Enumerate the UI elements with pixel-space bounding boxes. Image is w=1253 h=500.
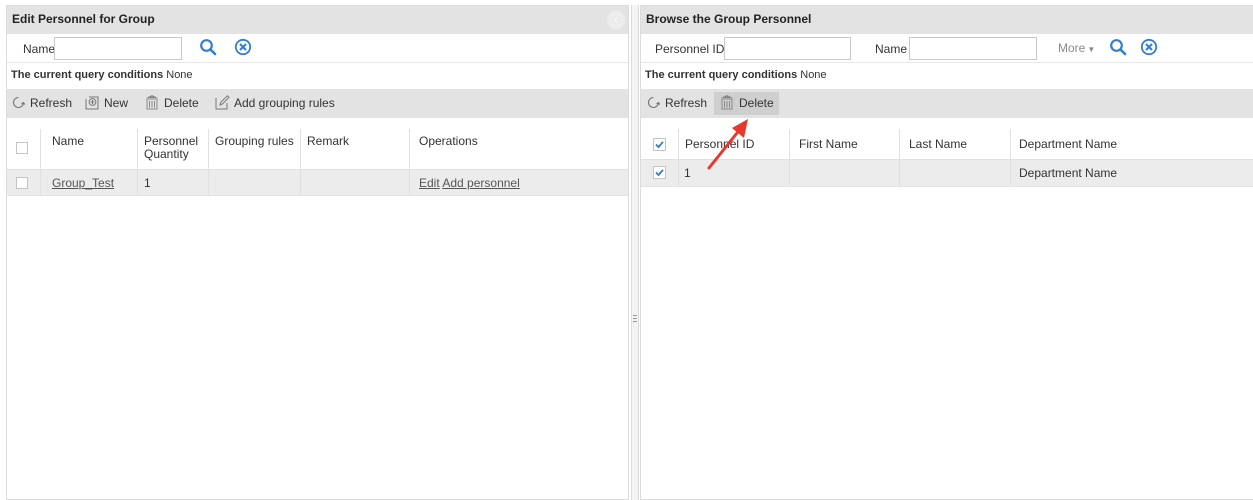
group-name-cell: Group_Test xyxy=(41,170,138,195)
collapse-icon[interactable]: ‹ xyxy=(607,11,625,29)
refresh-button[interactable]: Refresh xyxy=(646,89,707,118)
query-conditions: The current query conditions None xyxy=(7,63,628,89)
panel-splitter[interactable] xyxy=(631,5,639,500)
department-name-cell: Department Name xyxy=(1019,166,1118,180)
group-table: Name Personnel Quantity Grouping rules R… xyxy=(7,129,628,196)
row-checkbox-cell[interactable] xyxy=(641,160,679,186)
column-header-remark[interactable]: Remark xyxy=(301,129,410,169)
grouping-rules-cell xyxy=(209,170,301,195)
refresh-label: Refresh xyxy=(30,96,73,110)
personnel-id-label: Personnel ID xyxy=(655,42,725,56)
column-header-name[interactable]: Name xyxy=(41,129,138,169)
delete-button[interactable]: Delete xyxy=(144,89,199,118)
column-header-quantity[interactable]: Personnel Quantity xyxy=(138,129,209,169)
row-checkbox-checked-icon[interactable] xyxy=(653,166,666,179)
select-all-checkbox[interactable] xyxy=(16,142,28,154)
table-header: Name Personnel Quantity Grouping rules R… xyxy=(7,129,628,170)
operations-cell: Edit Add personnel xyxy=(410,170,628,195)
query-conditions-value: None xyxy=(800,69,827,81)
caret-down-icon: ▼ xyxy=(1087,45,1096,54)
first-name-cell xyxy=(790,160,900,186)
group-name-link[interactable]: Group_Test xyxy=(52,176,114,190)
new-icon xyxy=(85,96,99,110)
refresh-icon xyxy=(647,96,661,108)
column-header-first-name[interactable]: First Name xyxy=(790,129,900,159)
query-conditions: The current query conditions None xyxy=(641,63,1253,89)
search-bar: Personnel ID Name More ▼ xyxy=(641,34,1253,63)
column-header-personnel-id[interactable]: Personnel ID xyxy=(679,129,790,159)
refresh-label: Refresh xyxy=(665,96,708,110)
splitter-grip-icon[interactable] xyxy=(633,315,637,327)
new-label: New xyxy=(104,96,129,110)
table-header: Personnel ID First Name Last Name Depart… xyxy=(641,129,1253,160)
delete-label: Delete xyxy=(164,96,199,110)
clear-search-icon[interactable] xyxy=(234,38,252,59)
query-conditions-label: The current query conditions xyxy=(645,69,798,81)
remark-cell xyxy=(301,170,410,195)
personnel-table: Personnel ID First Name Last Name Depart… xyxy=(641,129,1253,187)
search-icon[interactable] xyxy=(199,38,217,59)
more-label: More xyxy=(1058,41,1086,55)
toolbar: Refresh New Delete Add grouping rules xyxy=(7,89,628,118)
column-header-grouping-rules[interactable]: Grouping rules xyxy=(209,129,301,169)
name-label: Name xyxy=(23,42,56,56)
personnel-quantity-cell: 1 xyxy=(138,170,209,195)
select-all-checkbox-cell[interactable] xyxy=(641,129,679,159)
table-row[interactable]: Group_Test 1 Edit Add personnel xyxy=(7,170,628,196)
panel-title: Edit Personnel for Group xyxy=(12,12,155,26)
trash-icon xyxy=(146,95,158,110)
refresh-icon xyxy=(12,96,26,108)
search-icon[interactable] xyxy=(1109,38,1127,59)
new-button[interactable]: New xyxy=(84,89,128,118)
add-personnel-link[interactable]: Add personnel xyxy=(442,176,519,190)
search-bar: Name xyxy=(7,34,628,63)
column-header-department-name[interactable]: Department Name xyxy=(1011,129,1253,159)
more-dropdown[interactable]: More ▼ xyxy=(1058,41,1095,55)
select-all-checkbox-checked-icon[interactable] xyxy=(653,138,666,151)
name-search-input[interactable] xyxy=(54,37,182,60)
refresh-button[interactable]: Refresh xyxy=(11,89,72,118)
query-conditions-label: The current query conditions xyxy=(11,69,164,81)
panel-header: Browse the Group Personnel xyxy=(641,6,1253,34)
row-checkbox-cell[interactable] xyxy=(7,170,41,195)
column-header-last-name[interactable]: Last Name xyxy=(900,129,1011,159)
edit-icon xyxy=(215,94,230,110)
delete-label: Delete xyxy=(739,96,774,110)
personnel-id-cell: 1 xyxy=(679,160,790,186)
row-checkbox[interactable] xyxy=(16,177,28,189)
edit-link[interactable]: Edit xyxy=(419,176,440,190)
clear-search-icon[interactable] xyxy=(1140,38,1158,59)
edit-personnel-panel: Edit Personnel for Group ‹ Name The curr… xyxy=(6,5,629,500)
personnel-id-input[interactable] xyxy=(724,37,851,60)
toolbar: Refresh Delete xyxy=(641,89,1253,118)
last-name-cell xyxy=(900,160,1011,186)
name-search-input[interactable] xyxy=(909,37,1037,60)
column-header-operations: Operations xyxy=(419,134,478,148)
trash-icon xyxy=(721,95,733,110)
query-conditions-value: None xyxy=(166,69,193,81)
browse-group-personnel-panel: Browse the Group Personnel Personnel ID … xyxy=(640,5,1253,500)
panel-header: Edit Personnel for Group ‹ xyxy=(7,6,628,34)
table-row[interactable]: 1 Department Name xyxy=(641,160,1253,187)
select-all-checkbox-cell[interactable] xyxy=(7,129,41,169)
panel-title: Browse the Group Personnel xyxy=(646,12,812,26)
delete-button[interactable]: Delete xyxy=(714,92,779,115)
add-grouping-rules-label: Add grouping rules xyxy=(234,96,335,110)
name-label: Name xyxy=(875,42,908,56)
add-grouping-rules-button[interactable]: Add grouping rules xyxy=(214,89,335,118)
